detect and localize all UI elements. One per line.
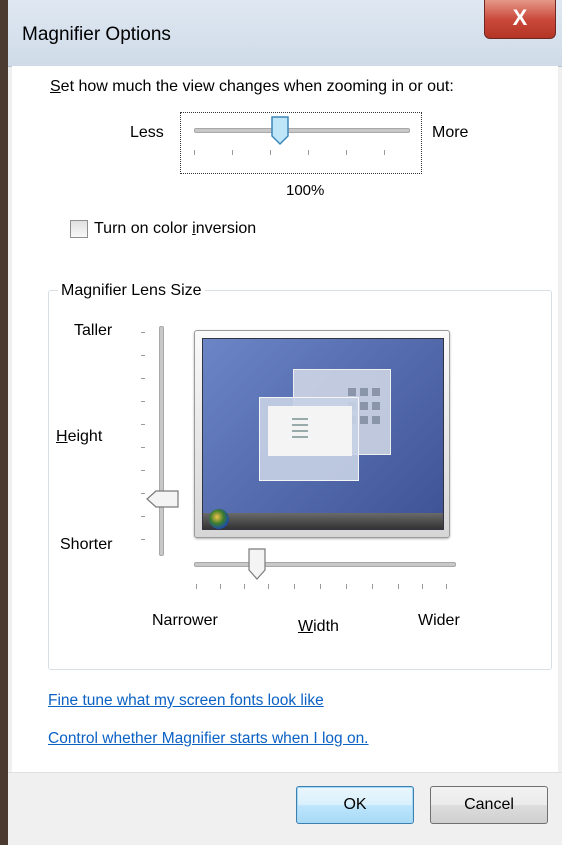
cancel-button[interactable]: Cancel — [430, 786, 548, 824]
slider-tick — [141, 424, 145, 425]
slider-tick — [141, 332, 145, 333]
slider-tick — [384, 150, 385, 155]
slider-tick — [141, 493, 145, 494]
height-slider-thumb[interactable] — [146, 490, 180, 508]
magnifier-options-window: Magnifier Options X Set how much the vie… — [8, 0, 562, 845]
slider-tick — [141, 447, 145, 448]
wider-label: Wider — [418, 612, 460, 629]
slider-tick — [141, 355, 145, 356]
start-orb-icon — [209, 509, 229, 529]
less-label: Less — [130, 124, 164, 141]
slider-tick — [372, 584, 373, 589]
slider-tick — [320, 584, 321, 589]
close-icon: X — [512, 5, 528, 30]
zoom-percentage: 100% — [286, 182, 325, 199]
color-inversion-label[interactable]: Turn on color inversion — [94, 220, 256, 238]
close-button[interactable]: X — [484, 0, 556, 39]
width-slider-thumb[interactable] — [248, 548, 266, 580]
slider-tick — [194, 150, 195, 155]
zoom-slider-focus-rect — [180, 112, 422, 174]
preview-taskbar — [203, 513, 443, 529]
slider-tick — [141, 539, 145, 540]
title-bar[interactable]: Magnifier Options X — [8, 0, 562, 67]
preview-front-window — [259, 397, 359, 481]
width-slider[interactable] — [194, 562, 456, 567]
slider-tick — [422, 584, 423, 589]
slider-tick — [398, 584, 399, 589]
more-label: More — [432, 124, 469, 141]
slider-tick — [294, 584, 295, 589]
zoom-slider-thumb[interactable] — [270, 116, 290, 146]
slider-tick — [346, 584, 347, 589]
shorter-label: Shorter — [60, 536, 113, 553]
lens-size-group-label: Magnifier Lens Size — [58, 282, 205, 300]
slider-tick — [270, 150, 271, 155]
slider-tick — [220, 584, 221, 589]
lens-preview-desktop — [202, 338, 444, 530]
color-inversion-checkbox[interactable] — [70, 220, 88, 238]
slider-tick — [141, 470, 145, 471]
zoom-change-label: Set how much the view changes when zoomi… — [50, 78, 454, 95]
zoom-slider[interactable] — [194, 128, 410, 133]
slider-tick — [141, 401, 145, 402]
window-title: Magnifier Options — [22, 24, 171, 45]
slider-tick — [232, 150, 233, 155]
width-label: Width — [298, 618, 339, 635]
slider-tick — [141, 516, 145, 517]
screen-fonts-link[interactable]: Fine tune what my screen fonts look like — [48, 692, 324, 710]
narrower-label: Narrower — [152, 612, 218, 629]
slider-tick — [268, 584, 269, 589]
slider-tick — [244, 584, 245, 589]
magnifier-startup-link[interactable]: Control whether Magnifier starts when I … — [48, 730, 369, 748]
slider-tick — [346, 150, 347, 155]
taller-label: Taller — [74, 322, 113, 339]
slider-tick — [196, 584, 197, 589]
slider-tick — [308, 150, 309, 155]
height-label: Height — [56, 428, 103, 445]
slider-tick — [141, 378, 145, 379]
ok-button[interactable]: OK — [296, 786, 414, 824]
height-slider[interactable] — [159, 326, 164, 556]
slider-tick — [446, 584, 447, 589]
